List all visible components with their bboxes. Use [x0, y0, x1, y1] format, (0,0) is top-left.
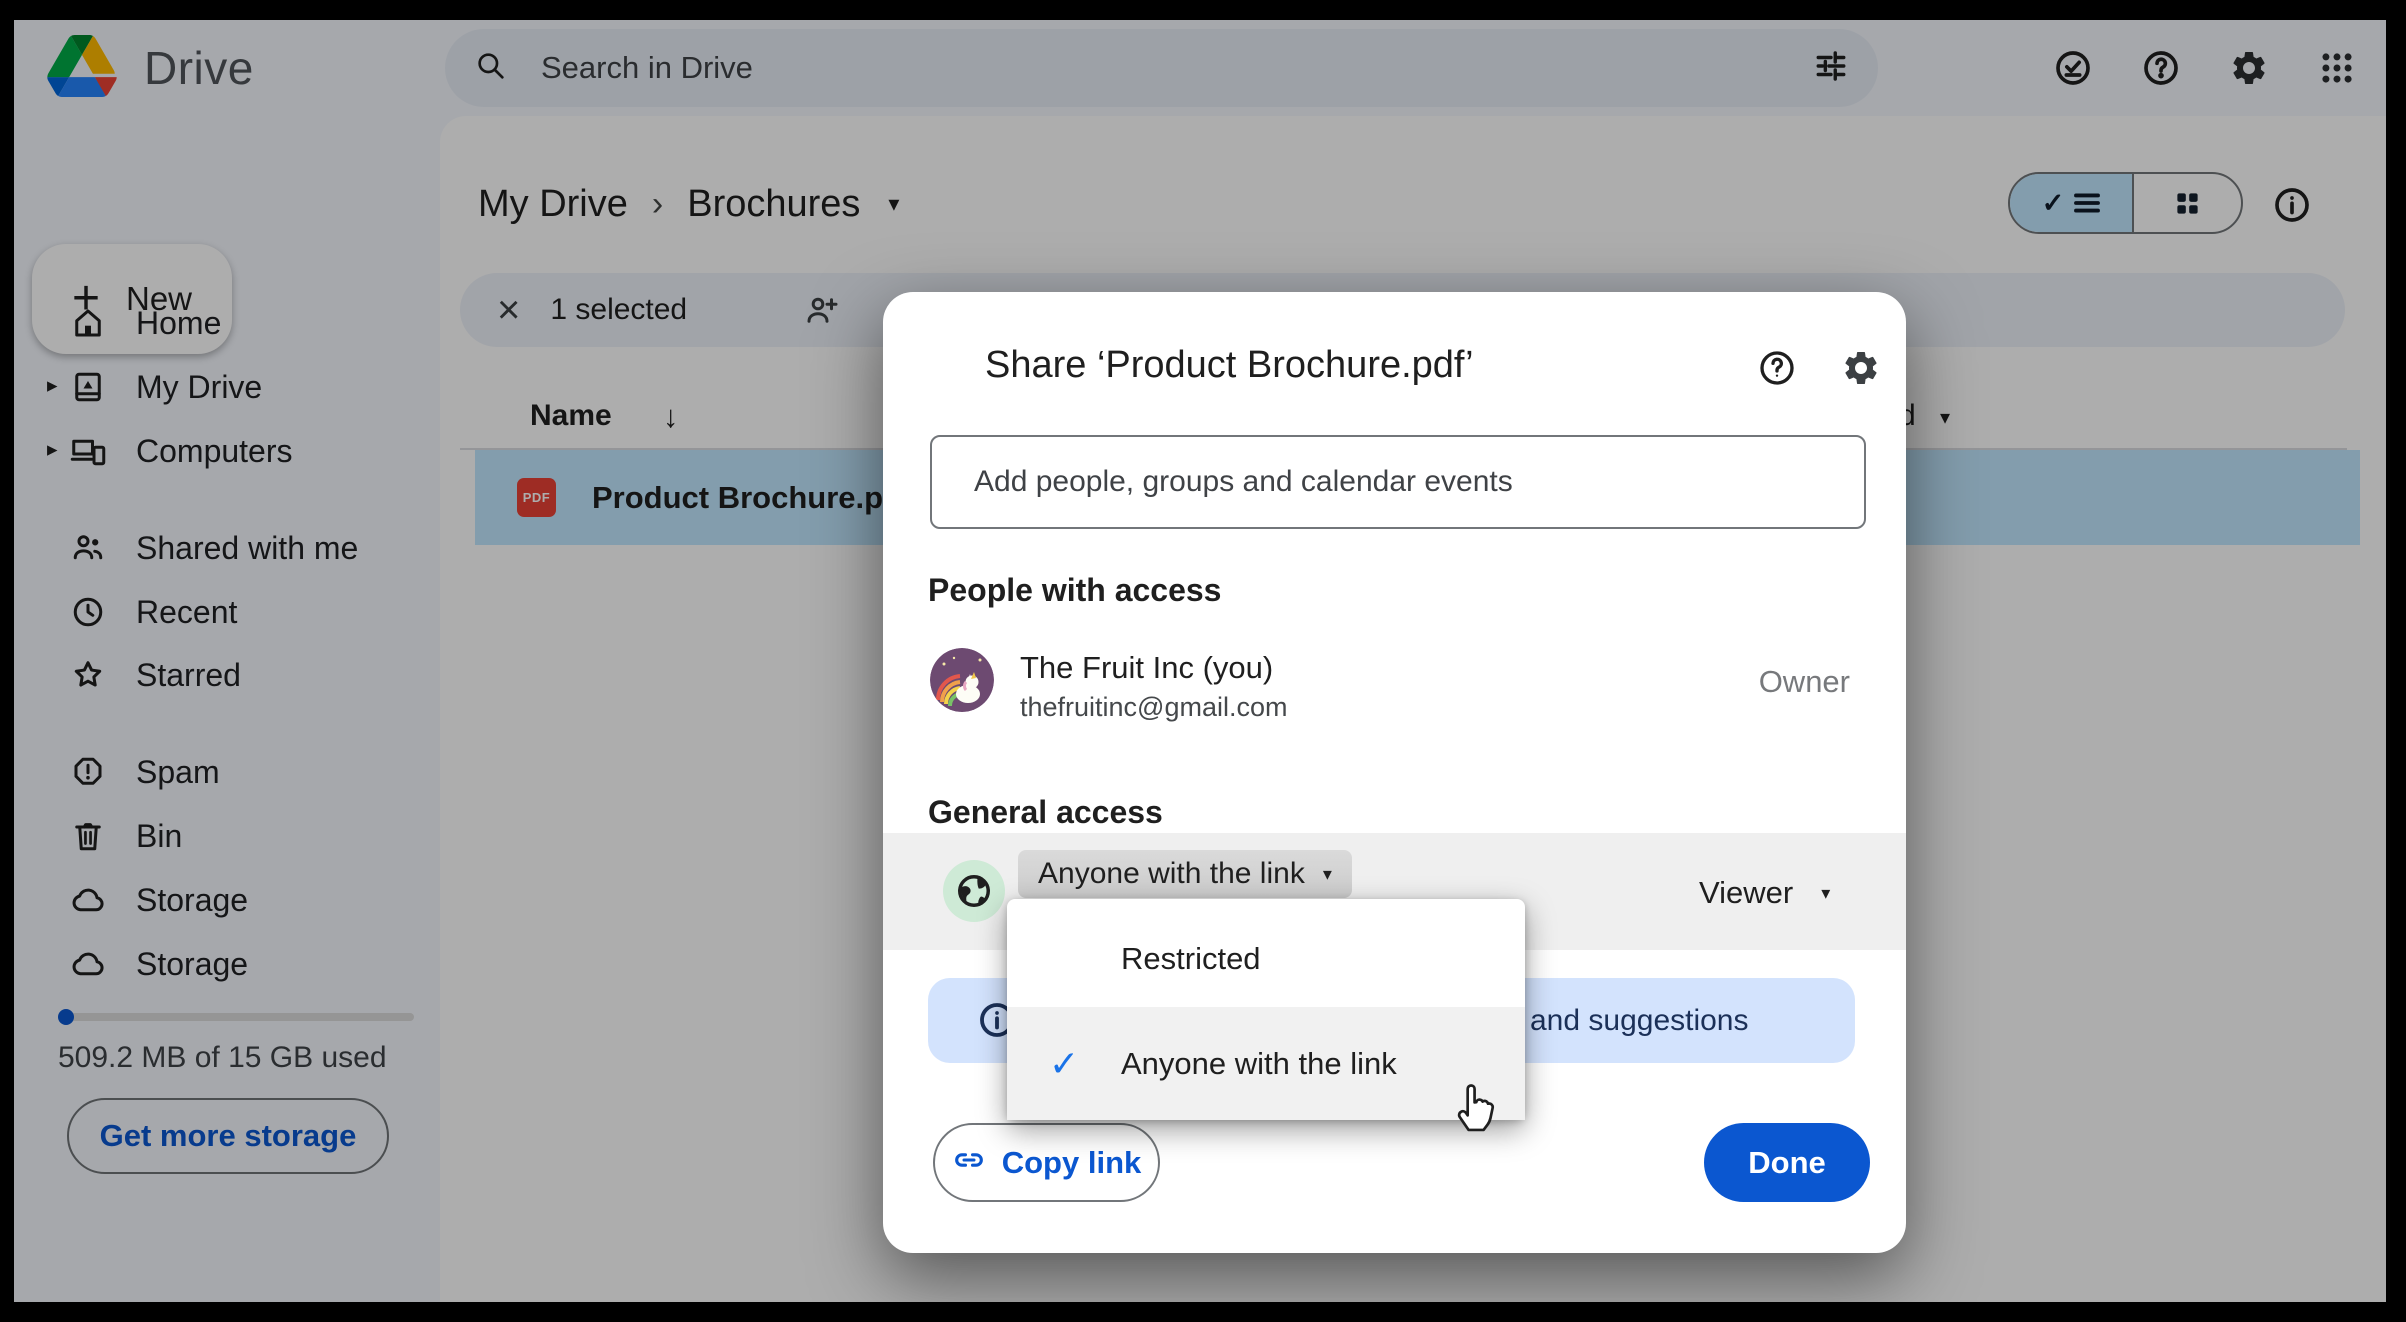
add-people-field[interactable] — [930, 435, 1866, 529]
chevron-down-icon: ▾ — [1821, 882, 1831, 903]
general-access-menu: Restricted ✓ Anyone with the link — [1007, 899, 1525, 1120]
people-with-access-header: People with access — [928, 572, 1222, 608]
drive-app-window: Drive + New Home ▸ — [14, 20, 2386, 1302]
hand-cursor — [1451, 1078, 1497, 1139]
copy-link-button[interactable]: Copy link — [933, 1123, 1160, 1202]
dialog-title: Share ‘Product Brochure.pdf’ — [985, 344, 1474, 386]
person-name: The Fruit Inc (you) — [1020, 650, 1274, 685]
check-icon: ✓ — [1049, 1042, 1080, 1084]
general-access-header: General access — [928, 794, 1163, 830]
done-button[interactable]: Done — [1704, 1123, 1870, 1202]
chevron-down-icon: ▾ — [1322, 863, 1332, 884]
banner-text-visible: and suggestions — [1530, 1004, 1749, 1037]
avatar — [930, 648, 994, 712]
menu-option-restricted[interactable]: Restricted — [1007, 911, 1525, 1007]
add-people-input[interactable] — [932, 465, 1864, 499]
person-role: Owner — [1758, 664, 1850, 699]
public-globe-icon — [943, 860, 1005, 922]
dialog-help-icon[interactable] — [1757, 348, 1797, 388]
menu-option-anyone-with-link[interactable]: ✓ Anyone with the link — [1007, 1007, 1525, 1120]
link-icon — [952, 1143, 986, 1182]
role-dropdown-button[interactable]: Viewer ▾ — [1699, 875, 1830, 911]
dialog-settings-gear-icon[interactable] — [1841, 348, 1881, 388]
general-access-dropdown-button[interactable]: Anyone with the link ▾ — [1018, 850, 1352, 898]
person-email: thefruitinc@gmail.com — [1020, 692, 1288, 722]
